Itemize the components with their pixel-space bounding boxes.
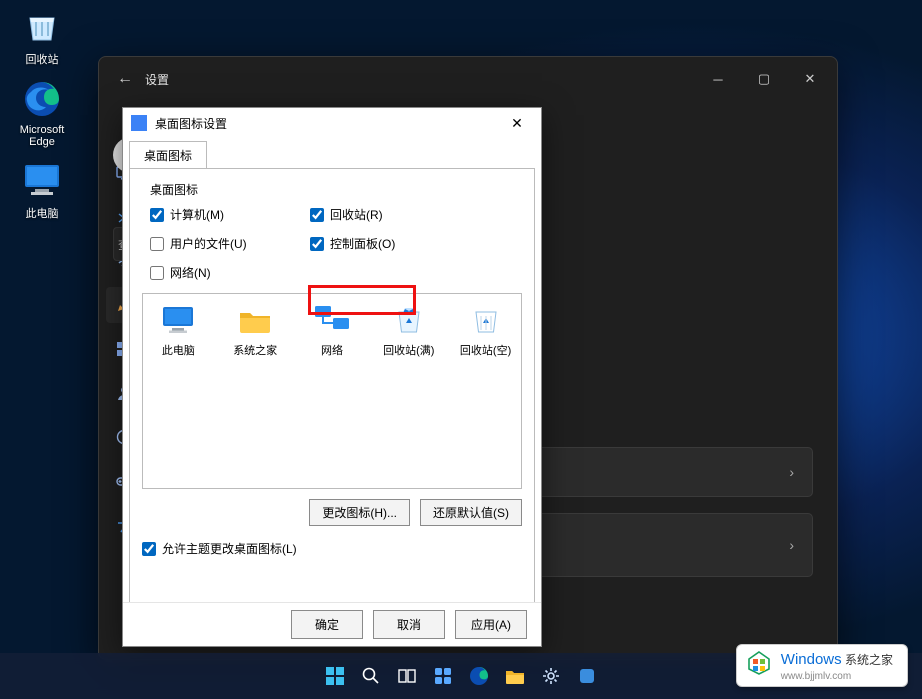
desktop-icon-recycle-bin[interactable]: 回收站 [6,4,78,67]
minimize-button[interactable]: ─ [695,63,741,95]
settings-title: 设置 [145,71,169,88]
start-button[interactable] [321,662,349,690]
settings-titlebar: ← 设置 ─ ▢ ✕ [99,57,837,101]
checkbox-input[interactable] [150,208,164,222]
taskbar-edge-icon[interactable] [465,662,493,690]
checkbox-label: 用户的文件(U) [170,235,247,252]
icon-item-label: 系统之家 [233,342,277,358]
desktop-icon-this-pc[interactable]: 此电脑 [6,158,78,221]
dialog-titlebar: 桌面图标设置 ✕ [123,108,541,138]
chevron-right-icon: › [789,464,794,480]
icon-item-label: 此电脑 [162,342,195,358]
icon-item-recycle-empty[interactable]: 回收站(空) [458,304,513,358]
allow-themes-checkbox[interactable] [142,542,156,556]
desktop-icon-edge[interactable]: Microsoft Edge [6,77,78,148]
desktop-icon-label: 回收站 [26,51,59,67]
checkbox-input[interactable] [150,266,164,280]
checkbox-input[interactable] [310,208,324,222]
checkbox-network[interactable]: 网络(N) [150,264,310,281]
checkbox-computer[interactable]: 计算机(M) [150,206,310,223]
checkbox-user-files[interactable]: 用户的文件(U) [150,235,310,252]
allow-themes-label: 允许主题更改桌面图标(L) [162,540,297,557]
watermark-brand2: 系统之家 [845,653,893,667]
desktop-icon-label: Microsoft Edge [6,124,78,148]
watermark-url: www.bjjmlv.com [781,671,851,682]
icon-item-label: 网络 [321,342,343,358]
checkbox-label: 计算机(M) [170,206,224,223]
tab-desktop-icons[interactable]: 桌面图标 [129,141,207,169]
change-icon-button[interactable]: 更改图标(H)... [309,499,410,526]
icon-item-this-pc[interactable]: 此电脑 [151,304,206,358]
taskbar-settings-icon[interactable] [537,662,565,690]
checkbox-recycle-bin[interactable]: 回收站(R) [310,206,480,223]
checkbox-label: 回收站(R) [330,206,383,223]
taskbar-explorer-icon[interactable] [501,662,529,690]
task-view-icon[interactable] [393,662,421,690]
folder-icon [236,304,274,336]
recycle-bin-icon [20,4,64,48]
checkbox-label: 网络(N) [170,264,211,281]
recycle-empty-icon [467,304,505,336]
taskbar-search-icon[interactable] [357,662,385,690]
chevron-right-icon: › [789,537,794,553]
icon-preview-well: 此电脑 系统之家 网络 回收站(满) 回收站(空) [142,293,522,489]
checkbox-label: 控制面板(O) [330,235,395,252]
desktop-icons: 回收站 Microsoft Edge 此电脑 [6,4,78,221]
icon-item-folder[interactable]: 系统之家 [228,304,283,358]
highlight-annotation [308,285,416,315]
icon-item-label: 回收站(满) [383,342,434,358]
dialog-tabpanel: 桌面图标 计算机(M) 回收站(R) 用户的文件(U) 控制面板(O) 网络(N… [129,168,535,615]
this-pc-icon [20,158,64,202]
widgets-icon[interactable] [429,662,457,690]
checkbox-input[interactable] [310,237,324,251]
apply-button[interactable]: 应用(A) [455,610,527,639]
close-button[interactable]: ✕ [787,63,833,95]
ok-button[interactable]: 确定 [291,610,363,639]
icon-item-label: 回收站(空) [460,342,511,358]
group-label: 桌面图标 [150,181,522,198]
edge-icon [20,77,64,121]
cancel-button[interactable]: 取消 [373,610,445,639]
watermark-brand: Windows [781,651,842,668]
checkbox-control-panel[interactable]: 控制面板(O) [310,235,480,252]
dialog-titlebar-icon [131,115,147,131]
back-button[interactable]: ← [117,70,145,88]
dialog-footer: 确定 取消 应用(A) [123,602,541,646]
maximize-button[interactable]: ▢ [741,63,787,95]
desktop-icon-label: 此电脑 [26,205,59,221]
checkbox-grid: 计算机(M) 回收站(R) 用户的文件(U) 控制面板(O) 网络(N) [150,206,522,281]
watermark: Windows 系统之家 www.bjjmlv.com [736,644,908,687]
desktop-icon-settings-dialog: 桌面图标设置 ✕ 桌面图标 桌面图标 计算机(M) 回收站(R) 用户的文件(U… [122,107,542,647]
dialog-close-button[interactable]: ✕ [501,110,533,136]
restore-default-button[interactable]: 还原默认值(S) [420,499,522,526]
watermark-logo-icon [745,649,773,677]
dialog-title: 桌面图标设置 [155,115,501,132]
this-pc-icon [159,304,197,336]
checkbox-input[interactable] [150,237,164,251]
dialog-tabs: 桌面图标 [123,138,541,168]
taskbar-app-icon[interactable] [573,662,601,690]
